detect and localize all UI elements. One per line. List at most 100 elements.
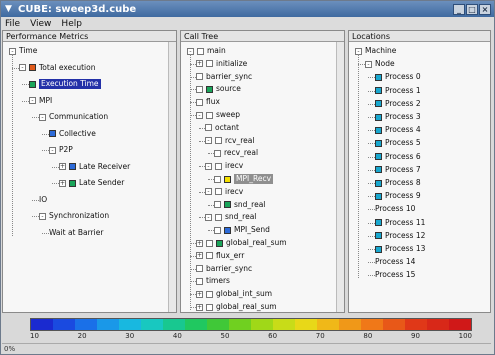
- close-button[interactable]: ×: [479, 3, 491, 15]
- collapse-icon[interactable]: -: [39, 113, 46, 121]
- call-tree-row[interactable]: + initialize: [196, 59, 247, 69]
- node-checkbox[interactable]: [206, 303, 213, 311]
- call-tree-row[interactable]: flux: [196, 97, 220, 107]
- collapse-icon[interactable]: -: [196, 111, 203, 119]
- call-tree-row[interactable]: - main: [187, 46, 226, 56]
- call-tree-row[interactable]: source: [196, 84, 241, 94]
- node-checkbox[interactable]: [196, 73, 203, 81]
- call-tree-row[interactable]: - sweep: [196, 110, 240, 120]
- node-checkbox[interactable]: [196, 98, 203, 106]
- window-menu-icon[interactable]: ▼: [5, 4, 15, 14]
- call-tree-row[interactable]: timers: [196, 276, 230, 286]
- collapse-icon[interactable]: -: [205, 213, 212, 221]
- system-tree-row[interactable]: Process 15: [375, 270, 415, 280]
- system-tree-row[interactable]: - Node: [365, 59, 395, 69]
- metric-tree-row[interactable]: - Time: [9, 46, 37, 56]
- system-tree-row[interactable]: Process 2: [375, 99, 421, 109]
- call-tree-row[interactable]: MPI_Send: [214, 225, 270, 235]
- node-checkbox[interactable]: [206, 111, 213, 119]
- metric-tree-row[interactable]: + Late Sender: [59, 178, 124, 188]
- call-tree-row[interactable]: + global_real_sum: [196, 238, 287, 248]
- call-tree-row[interactable]: MPI_Recv: [214, 174, 274, 184]
- node-checkbox[interactable]: [214, 201, 221, 209]
- expand-icon[interactable]: +: [59, 179, 66, 187]
- call-tree-row[interactable]: + global_int_sum: [196, 289, 272, 299]
- system-tree-row[interactable]: Process 13: [375, 244, 425, 254]
- call-tree-row[interactable]: barrier_sync: [196, 72, 252, 82]
- call-tree-row[interactable]: - rcv_real: [205, 136, 254, 146]
- expand-icon[interactable]: +: [196, 252, 203, 260]
- collapse-icon[interactable]: -: [49, 146, 56, 154]
- node-checkbox[interactable]: [215, 213, 222, 221]
- system-tree-row[interactable]: Process 6: [375, 152, 421, 162]
- node-checkbox[interactable]: [214, 149, 221, 157]
- system-tree-row[interactable]: Process 1: [375, 86, 421, 96]
- minimize-button[interactable]: _: [453, 3, 465, 15]
- node-checkbox[interactable]: [196, 265, 203, 273]
- call-scrollbar[interactable]: [336, 42, 344, 312]
- menu-help[interactable]: Help: [61, 19, 82, 29]
- metric-tree-row[interactable]: IO: [39, 195, 47, 205]
- call-tree-row[interactable]: + flux_err: [196, 251, 244, 261]
- system-tree-row[interactable]: Process 3: [375, 112, 421, 122]
- metric-tree-row[interactable]: Collective: [49, 129, 96, 139]
- call-tree-row[interactable]: snd_real: [214, 200, 265, 210]
- system-tree-row[interactable]: Process 12: [375, 231, 425, 241]
- metric-tree-row[interactable]: + Late Receiver: [59, 162, 130, 172]
- call-tree-row[interactable]: recv_real: [214, 148, 258, 158]
- node-checkbox[interactable]: [214, 226, 221, 234]
- metric-tree-row[interactable]: - MPI: [29, 96, 52, 106]
- system-tree-row[interactable]: Process 10: [375, 204, 415, 214]
- node-checkbox[interactable]: [206, 252, 213, 260]
- call-tree-row[interactable]: octant: [205, 123, 239, 133]
- node-checkbox[interactable]: [197, 47, 204, 55]
- node-checkbox[interactable]: [205, 124, 212, 132]
- expand-icon[interactable]: +: [196, 239, 203, 247]
- metric-tree-row[interactable]: Wait at Barrier: [49, 228, 103, 238]
- metric-tree-row[interactable]: - Total execution: [19, 63, 95, 73]
- call-tree-row[interactable]: + global_real_sum: [196, 302, 277, 312]
- node-checkbox[interactable]: [215, 137, 222, 145]
- node-checkbox[interactable]: [206, 239, 213, 247]
- menu-file[interactable]: File: [5, 19, 20, 29]
- node-checkbox[interactable]: [215, 162, 222, 170]
- metric-scrollbar[interactable]: [168, 42, 176, 312]
- system-tree-row[interactable]: Process 14: [375, 257, 415, 267]
- node-checkbox[interactable]: [214, 175, 221, 183]
- node-checkbox[interactable]: [196, 277, 203, 285]
- call-tree-row[interactable]: - irecv: [205, 187, 243, 197]
- system-tree-row[interactable]: Process 8: [375, 178, 421, 188]
- call-tree-row[interactable]: barrier_sync: [196, 264, 252, 274]
- call-tree-row[interactable]: - snd_real: [205, 212, 256, 222]
- node-checkbox[interactable]: [215, 188, 222, 196]
- node-checkbox[interactable]: [206, 290, 213, 298]
- system-tree-row[interactable]: Process 5: [375, 138, 421, 148]
- metric-tree-row[interactable]: Execution Time: [29, 79, 101, 89]
- collapse-icon[interactable]: -: [29, 97, 36, 104]
- system-tree-row[interactable]: Process 0: [375, 72, 421, 82]
- maximize-button[interactable]: □: [466, 3, 478, 15]
- system-tree-row[interactable]: - Machine: [355, 46, 396, 56]
- metric-tree-row[interactable]: - P2P: [49, 145, 73, 155]
- collapse-icon[interactable]: -: [39, 212, 46, 220]
- collapse-icon[interactable]: -: [365, 60, 372, 68]
- call-tree-row[interactable]: - irecv: [205, 161, 243, 171]
- expand-icon[interactable]: +: [196, 60, 203, 68]
- collapse-icon[interactable]: -: [205, 188, 212, 196]
- menu-view[interactable]: View: [30, 19, 51, 29]
- metric-tree-row[interactable]: - Synchronization: [39, 211, 109, 221]
- expand-icon[interactable]: +: [196, 303, 203, 311]
- expand-icon[interactable]: +: [59, 163, 66, 170]
- collapse-icon[interactable]: -: [205, 137, 212, 145]
- collapse-icon[interactable]: -: [205, 162, 212, 170]
- node-checkbox[interactable]: [196, 85, 203, 93]
- collapse-icon[interactable]: -: [19, 64, 26, 71]
- expand-icon[interactable]: +: [196, 290, 203, 298]
- system-tree-row[interactable]: Process 7: [375, 165, 421, 175]
- system-tree-row[interactable]: Process 11: [375, 218, 425, 228]
- system-tree-row[interactable]: Process 9: [375, 191, 421, 201]
- metric-tree-row[interactable]: - Communication: [39, 112, 108, 122]
- color-legend-segment: [251, 319, 273, 330]
- node-checkbox[interactable]: [206, 60, 213, 68]
- system-tree-row[interactable]: Process 4: [375, 125, 421, 135]
